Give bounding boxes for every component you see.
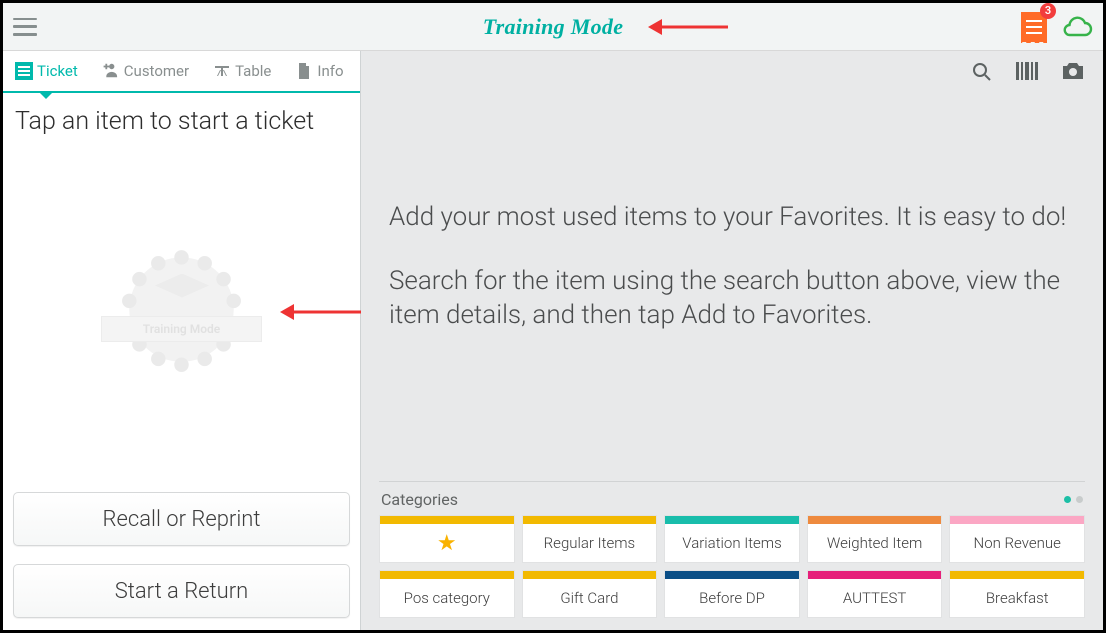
category-color-stripe [665, 516, 799, 524]
category-label: Gift Card [523, 579, 657, 617]
tab-info[interactable]: Info [283, 51, 355, 91]
add-customer-icon [102, 62, 120, 80]
ticket-icon [15, 62, 33, 80]
tab-ticket[interactable]: Ticket [3, 51, 90, 91]
favorites-help-line1: Add your most used items to your Favorit… [389, 201, 1075, 235]
app-top-bar: Training Mode 3 [3, 3, 1103, 51]
tab-label: Table [235, 62, 271, 80]
annotation-arrow-title [648, 19, 728, 35]
category-tile[interactable]: Breakfast [949, 570, 1085, 618]
category-label: Regular Items [523, 524, 657, 562]
category-tile[interactable]: Pos category [379, 570, 515, 618]
category-grid: ★ Regular ItemsVariation ItemsWeighted It… [379, 515, 1085, 618]
main-split: Ticket Customer Table Info Tap [3, 51, 1103, 630]
category-color-stripe [950, 571, 1084, 579]
tab-label: Ticket [37, 62, 78, 80]
category-label: Weighted Item [808, 524, 942, 562]
page-title: Training Mode [483, 14, 624, 40]
recall-reprint-button[interactable]: Recall or Reprint [13, 492, 350, 546]
category-color-stripe [523, 516, 657, 524]
tab-customer[interactable]: Customer [90, 51, 201, 91]
barcode-icon[interactable] [1015, 61, 1039, 87]
category-tile[interactable]: Before DP [664, 570, 800, 618]
categories-heading: Categories [381, 490, 458, 509]
tab-table[interactable]: Table [201, 51, 283, 91]
category-color-stripe [665, 571, 799, 579]
ticket-panel: Ticket Customer Table Info Tap [3, 51, 361, 630]
category-tile[interactable]: Regular Items [522, 515, 658, 563]
table-icon [213, 62, 231, 80]
tab-label: Info [317, 62, 343, 80]
training-mode-badge: Training Mode [109, 240, 254, 385]
favorites-help-text: Add your most used items to your Favorit… [361, 51, 1103, 332]
category-color-stripe [808, 516, 942, 524]
category-tile[interactable]: Non Revenue [949, 515, 1085, 563]
star-icon: ★ [437, 531, 457, 556]
item-panel: Add your most used items to your Favorit… [361, 51, 1103, 630]
cloud-sync-icon[interactable] [1061, 16, 1093, 38]
category-tile[interactable]: ★ [379, 515, 515, 563]
category-label: Variation Items [665, 524, 799, 562]
pager-dot [1064, 496, 1071, 503]
category-tile[interactable]: AUTTEST [807, 570, 943, 618]
category-label: AUTTEST [808, 579, 942, 617]
camera-icon[interactable] [1061, 61, 1085, 87]
ticket-placeholder: Training Mode [3, 140, 360, 484]
category-label: Non Revenue [950, 524, 1084, 562]
category-label: Before DP [665, 579, 799, 617]
category-label: ★ [380, 524, 514, 562]
category-color-stripe [950, 516, 1084, 524]
category-color-stripe [380, 516, 514, 524]
receipt-icon[interactable]: 3 [1021, 12, 1047, 42]
category-label: Pos category [380, 579, 514, 617]
notification-badge: 3 [1040, 3, 1056, 19]
training-badge-ribbon: Training Mode [101, 316, 262, 342]
category-color-stripe [808, 571, 942, 579]
pager-dot [1076, 496, 1083, 503]
start-return-button[interactable]: Start a Return [13, 564, 350, 618]
category-tile[interactable]: Weighted Item [807, 515, 943, 563]
category-color-stripe [380, 571, 514, 579]
tab-row: Ticket Customer Table Info [3, 51, 360, 93]
category-tile[interactable]: Gift Card [522, 570, 658, 618]
search-icon[interactable] [971, 61, 993, 87]
category-color-stripe [523, 571, 657, 579]
annotation-arrow-badge [280, 304, 365, 320]
info-icon [295, 62, 313, 80]
category-tile[interactable]: Variation Items [664, 515, 800, 563]
hamburger-menu-icon[interactable] [13, 18, 37, 36]
category-label: Breakfast [950, 579, 1084, 617]
category-pager[interactable] [1064, 496, 1083, 503]
tab-label: Customer [124, 62, 189, 80]
ticket-empty-prompt: Tap an item to start a ticket [3, 93, 360, 140]
favorites-help-line2: Search for the item using the search but… [389, 265, 1075, 333]
